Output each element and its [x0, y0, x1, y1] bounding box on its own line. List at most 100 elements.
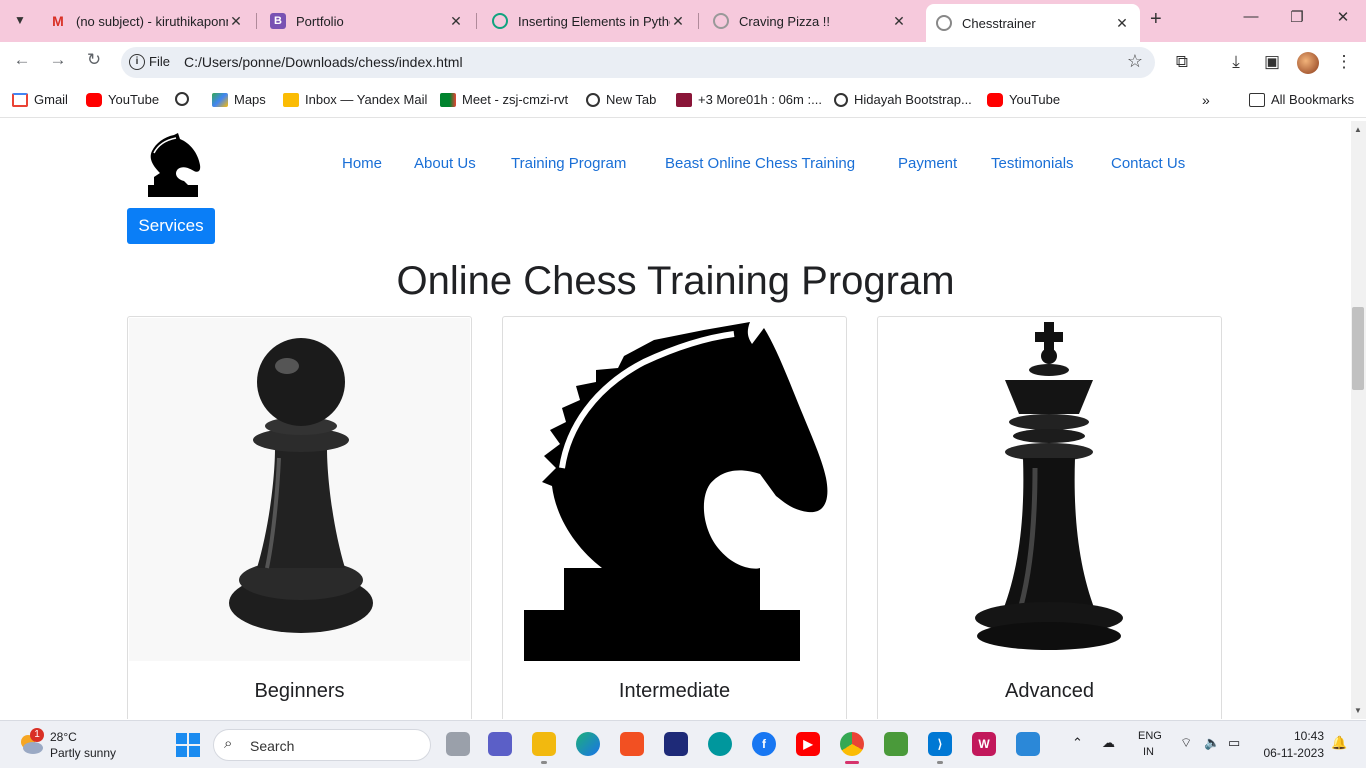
bookmark-youtube-2[interactable]: YouTube: [987, 92, 1060, 107]
app-icon[interactable]: [664, 732, 688, 756]
reload-button[interactable]: ↻: [81, 50, 107, 74]
clock-time[interactable]: 10:43: [1290, 729, 1324, 743]
bookmark-label: YouTube: [1009, 92, 1061, 107]
close-icon[interactable]: ✕: [1114, 15, 1130, 32]
page-viewport: Home About Us Training Program Beast Onl…: [0, 121, 1351, 719]
edge-icon[interactable]: [576, 732, 600, 756]
menu-icon[interactable]: ⋮: [1333, 52, 1355, 72]
bookmark-label: Gmail: [34, 92, 68, 107]
teams-chat-icon[interactable]: [488, 732, 512, 756]
tab-title: Inserting Elements in Pytho: [518, 13, 670, 29]
url-text[interactable]: C:/Users/ponne/Downloads/chess/index.htm…: [184, 54, 463, 70]
notification-badge: 1: [30, 728, 44, 742]
chrome-icon[interactable]: [840, 732, 864, 756]
download-icon[interactable]: ⤓: [1225, 52, 1247, 72]
card-intermediate[interactable]: Intermediate: [502, 316, 847, 719]
notification-bell-icon[interactable]: 🔔: [1331, 735, 1347, 751]
tab-chesstrainer[interactable]: Chesstrainer ✕: [926, 4, 1140, 42]
all-bookmarks-button[interactable]: All Bookmarks: [1249, 92, 1354, 107]
bookmark-gmail[interactable]: Gmail: [12, 92, 68, 107]
bookmark-label: +3 More01h : 06m :...: [698, 92, 822, 107]
nav-home[interactable]: Home: [342, 155, 382, 172]
nav-testimonials[interactable]: Testimonials: [991, 155, 1074, 172]
tab-portfolio[interactable]: B Portfolio ✕: [260, 6, 474, 36]
arduino-icon[interactable]: [708, 732, 732, 756]
address-bar[interactable]: i File C:/Users/ponne/Downloads/chess/in…: [121, 47, 1155, 78]
close-icon[interactable]: ✕: [891, 13, 907, 30]
windows-start-icon[interactable]: [176, 733, 200, 757]
tray-overflow-chevron-icon[interactable]: ⌃: [1072, 735, 1083, 751]
clock-date[interactable]: 06-11-2023: [1260, 746, 1325, 760]
side-panel-icon[interactable]: ▣: [1261, 52, 1283, 72]
facebook-icon[interactable]: f: [752, 732, 776, 756]
forward-button[interactable]: →: [45, 50, 71, 74]
tab-search-button[interactable]: ▼: [6, 7, 34, 33]
scroll-up-arrow-icon[interactable]: ▲: [1354, 125, 1362, 134]
nav-contact-us[interactable]: Contact Us: [1111, 155, 1185, 172]
globe-icon: [175, 92, 189, 106]
bookmark-globe[interactable]: [175, 92, 195, 106]
back-button[interactable]: ←: [9, 50, 35, 74]
close-icon[interactable]: ✕: [228, 13, 244, 30]
youtube-icon: [86, 92, 102, 107]
nav-training-program[interactable]: Training Program: [511, 155, 626, 172]
microsoft-store-icon[interactable]: [620, 732, 644, 756]
close-icon[interactable]: ✕: [448, 13, 464, 30]
info-icon[interactable]: i: [129, 54, 145, 70]
notepad-icon[interactable]: [884, 732, 908, 756]
nav-beast-online-chess-training[interactable]: Beast Online Chess Training: [665, 155, 855, 172]
card-advanced[interactable]: Advanced: [877, 316, 1222, 719]
onedrive-icon[interactable]: ☁: [1102, 735, 1115, 751]
close-icon[interactable]: ✕: [670, 13, 686, 30]
tab-chatgpt[interactable]: Inserting Elements in Pytho ✕: [482, 6, 696, 36]
bookmark-maps[interactable]: Maps: [212, 92, 266, 107]
bookmark-more[interactable]: +3 More01h : 06m :...: [676, 92, 822, 107]
restore-button[interactable]: ❐: [1274, 8, 1320, 26]
bookmark-label: Maps: [234, 92, 266, 107]
mail-icon: [283, 92, 299, 107]
bookmark-youtube[interactable]: YouTube: [86, 92, 159, 107]
extensions-icon[interactable]: ⧉: [1171, 52, 1193, 72]
nav-payment[interactable]: Payment: [898, 155, 957, 172]
bookmarks-bar: Gmail YouTube Maps Inbox — Yandex Mail M…: [0, 82, 1366, 118]
vscode-icon[interactable]: ⟩: [928, 732, 952, 756]
app-w-icon[interactable]: W: [972, 732, 996, 756]
windows-taskbar: 1 28°C Partly sunny ⌕ Search f ▶ ⟩ W ⌃ ☁…: [0, 720, 1366, 768]
bookmark-hidayah[interactable]: Hidayah Bootstrap...: [834, 92, 972, 107]
folder-icon: [1249, 92, 1265, 107]
bookmark-newtab[interactable]: New Tab: [586, 92, 656, 107]
window-close-button[interactable]: ✕: [1320, 8, 1366, 26]
bookmark-label: Meet - zsj-cmzi-rvt: [462, 92, 569, 107]
bookmark-meet[interactable]: Meet - zsj-cmzi-rvt: [440, 92, 568, 107]
bookmark-yandex[interactable]: Inbox — Yandex Mail: [283, 92, 427, 107]
pawn-icon: [129, 318, 470, 661]
volume-icon[interactable]: 🔈: [1204, 735, 1220, 751]
minimize-button[interactable]: —: [1228, 8, 1274, 25]
card-beginners[interactable]: Beginners: [127, 316, 472, 719]
youtube-icon[interactable]: ▶: [796, 732, 820, 756]
avatar[interactable]: [1297, 52, 1319, 74]
bookmarks-overflow-chevron-icon[interactable]: »: [1202, 92, 1210, 108]
page-scrollbar[interactable]: [1351, 121, 1366, 719]
bookmark-label: Hidayah Bootstrap...: [854, 92, 972, 107]
globe-icon: [936, 15, 952, 31]
bookmark-star-icon[interactable]: ☆: [1127, 51, 1143, 72]
new-tab-button[interactable]: +: [1150, 8, 1162, 31]
nav-about-us[interactable]: About Us: [414, 155, 476, 172]
bookmark-label: New Tab: [606, 92, 657, 107]
tab-pizza[interactable]: Craving Pizza !! ✕: [703, 6, 917, 36]
photos-icon[interactable]: [1016, 732, 1040, 756]
task-view-icon[interactable]: [446, 732, 470, 756]
tab-gmail[interactable]: M (no subject) - kiruthikaponn ✕: [40, 6, 254, 36]
tab-title: Portfolio: [296, 13, 344, 29]
weather-description: Partly sunny: [50, 746, 117, 760]
scroll-down-arrow-icon[interactable]: ▼: [1354, 706, 1362, 715]
knight-logo-icon[interactable]: [144, 133, 202, 197]
taskbar-search-box[interactable]: ⌕ Search: [213, 729, 431, 761]
battery-icon[interactable]: ▭: [1228, 735, 1240, 751]
file-explorer-icon[interactable]: [532, 732, 556, 756]
services-button[interactable]: Services: [127, 208, 215, 244]
scrollbar-thumb[interactable]: [1352, 307, 1364, 390]
language-indicator[interactable]: ENG: [1138, 730, 1162, 742]
wifi-icon[interactable]: ⌔: [1180, 735, 1192, 751]
